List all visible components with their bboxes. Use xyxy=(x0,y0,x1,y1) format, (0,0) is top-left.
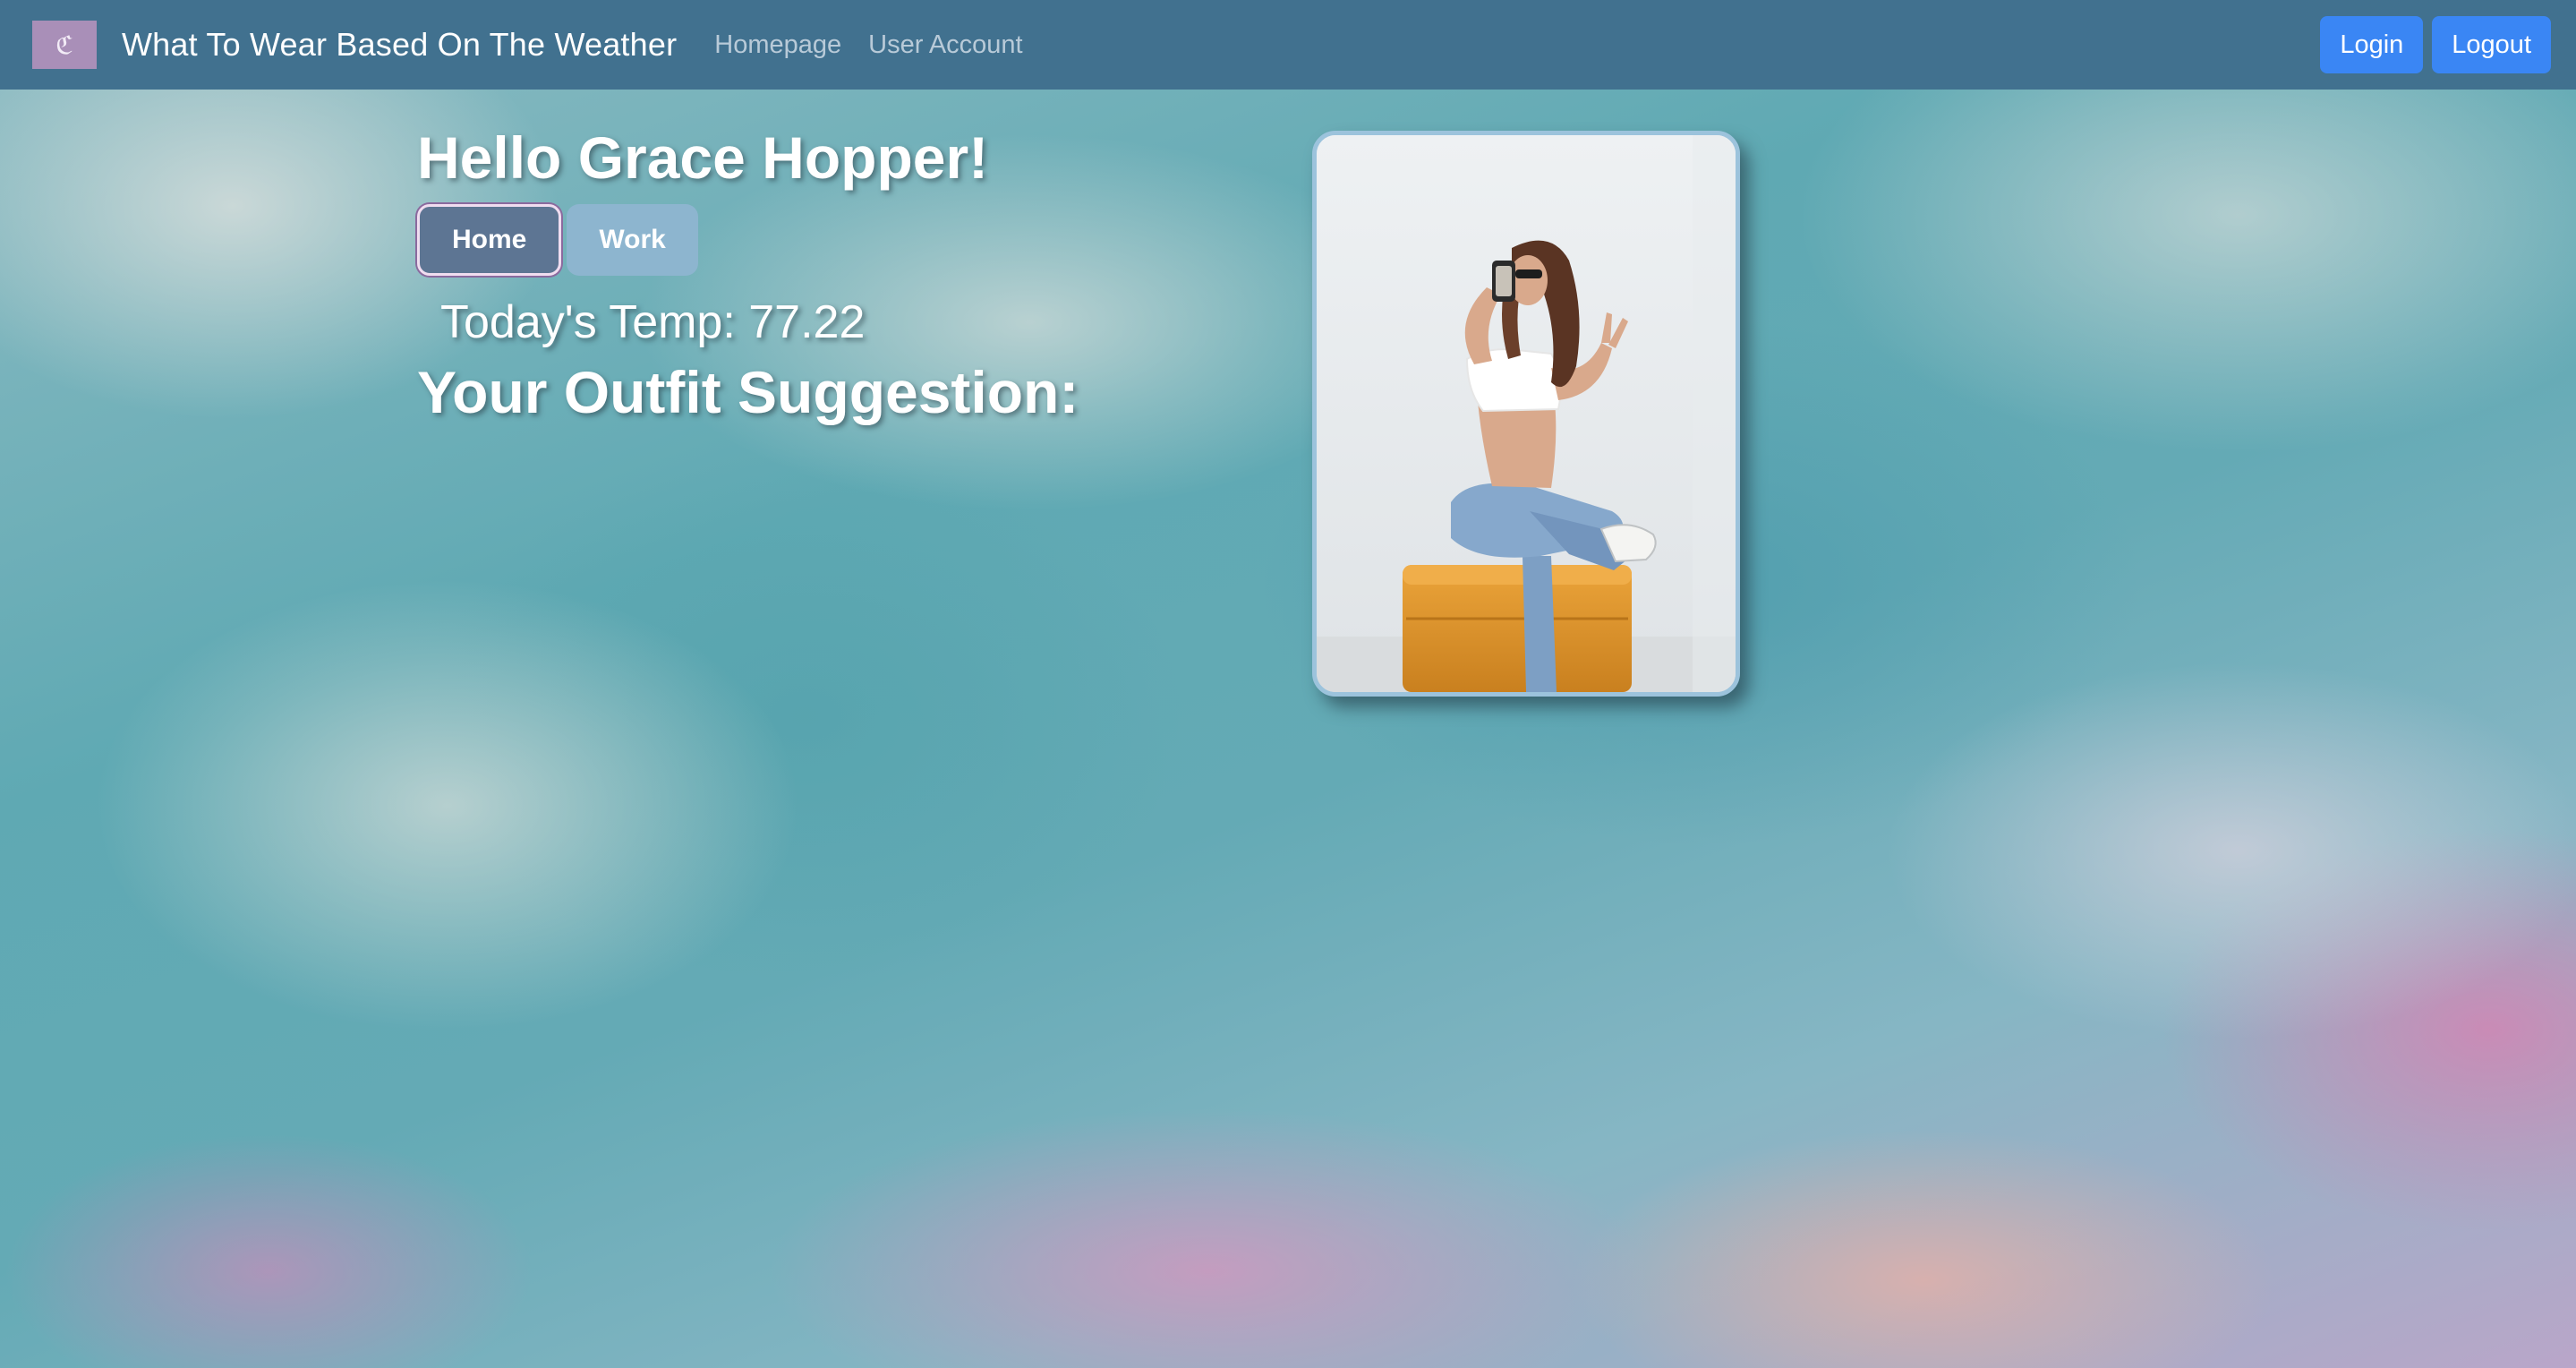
login-button[interactable]: Login xyxy=(2320,16,2424,73)
temperature-readout: Today's Temp: 77.22 xyxy=(440,296,866,348)
nav-link-user-account[interactable]: User Account xyxy=(868,30,1022,60)
auth-buttons: Login Logout xyxy=(2320,16,2551,73)
work-toggle-button[interactable]: Work xyxy=(567,204,698,276)
nav-links: Homepage User Account xyxy=(714,30,1022,60)
main-content: Hello Grace Hopper! Home Work Today's Te… xyxy=(417,124,1079,426)
home-toggle-button[interactable]: Home xyxy=(417,204,562,276)
navbar: ℭ What To Wear Based On The Weather Home… xyxy=(0,0,2576,90)
logout-button[interactable]: Logout xyxy=(2432,16,2551,73)
nav-link-homepage[interactable]: Homepage xyxy=(714,30,841,60)
outfit-photo xyxy=(1317,135,1736,692)
outfit-suggestion-heading: Your Outfit Suggestion: xyxy=(417,359,1079,425)
app-title[interactable]: What To Wear Based On The Weather xyxy=(122,26,677,64)
hanger-logo-icon[interactable]: ℭ xyxy=(32,21,97,69)
greeting-heading: Hello Grace Hopper! xyxy=(417,124,989,191)
location-toggle: Home Work xyxy=(417,204,1079,276)
outfit-photo-card xyxy=(1312,131,1740,697)
